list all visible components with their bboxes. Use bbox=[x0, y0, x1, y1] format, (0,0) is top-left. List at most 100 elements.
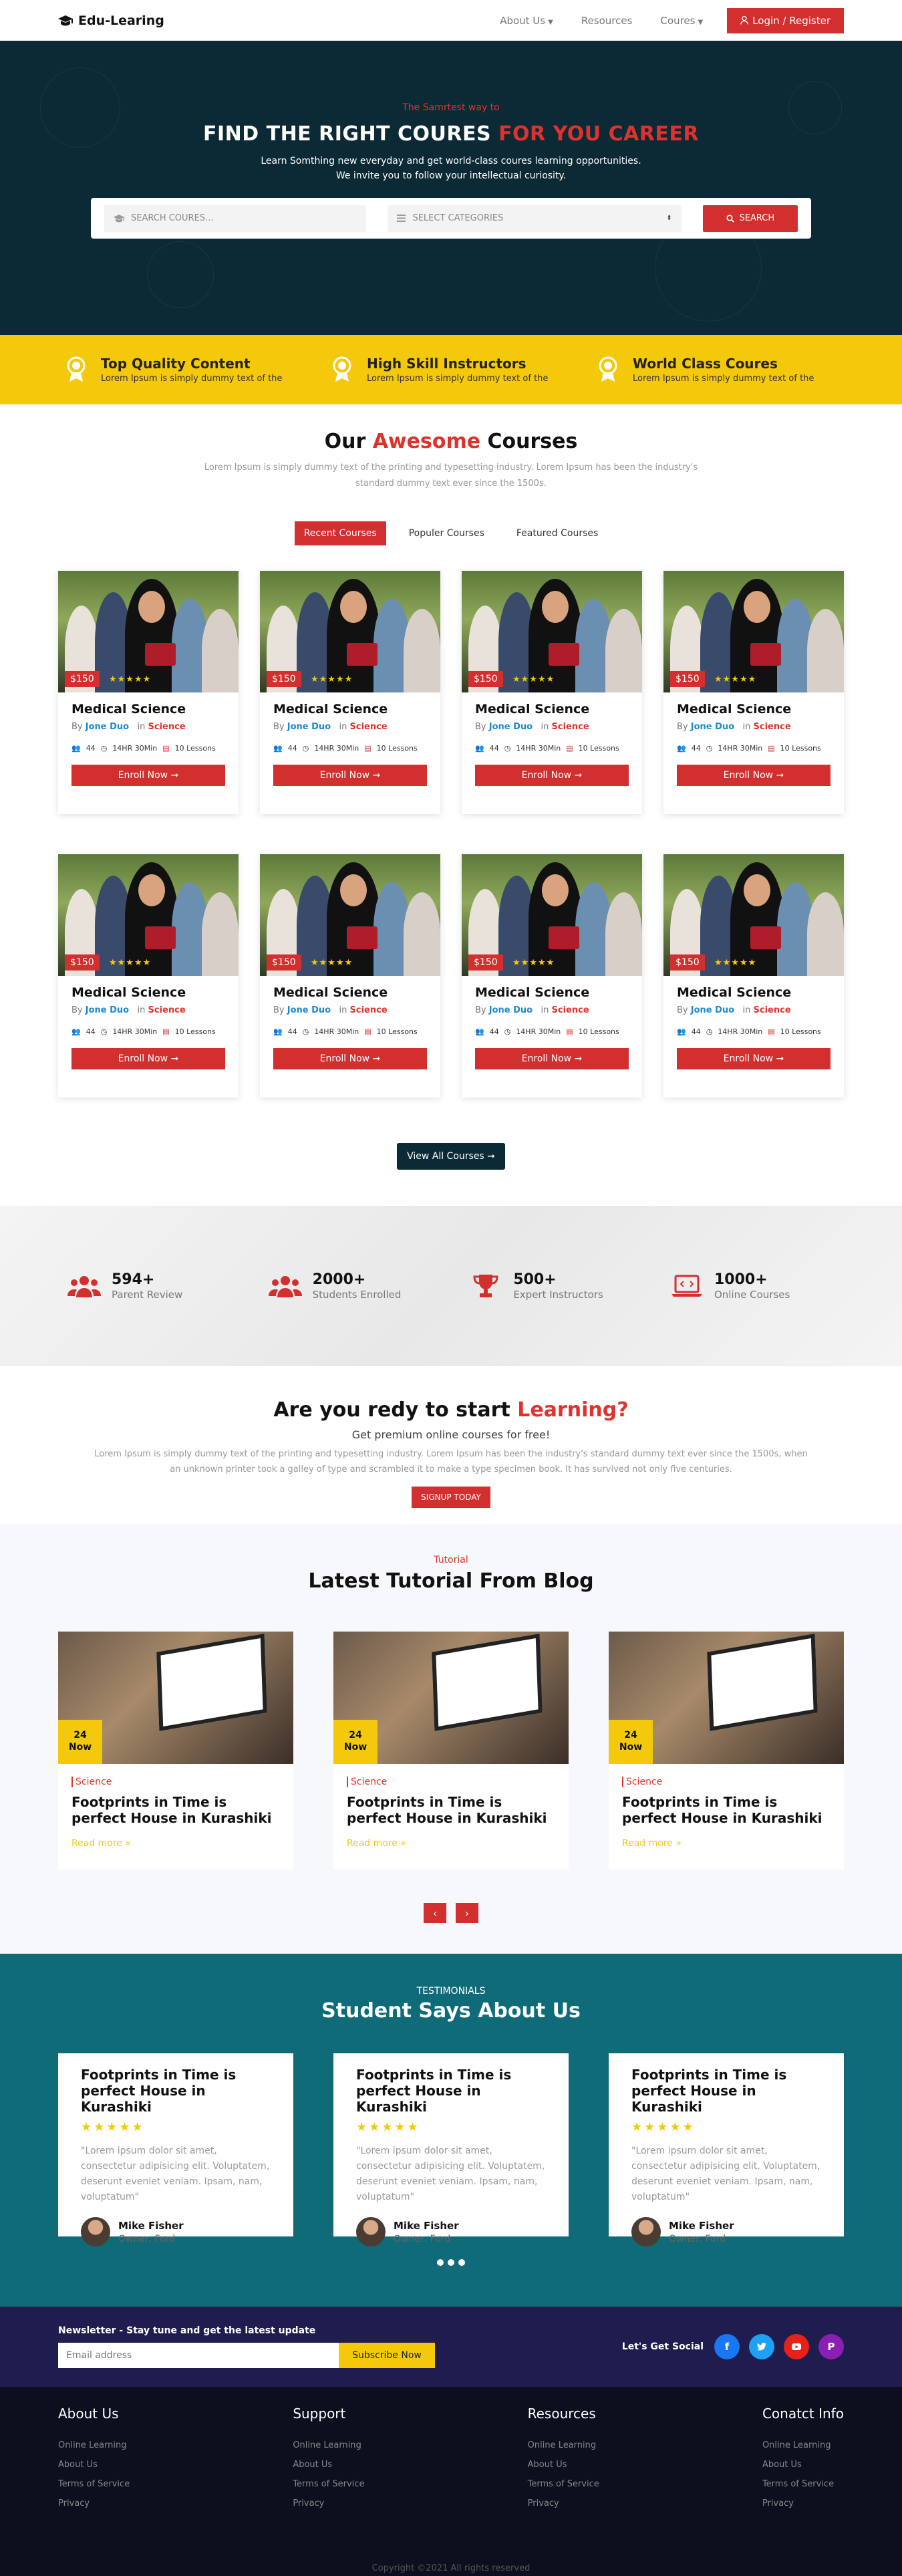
enroll-now-button[interactable]: Enroll Now ➞ bbox=[273, 1048, 427, 1069]
course-category[interactable]: Science bbox=[552, 722, 589, 732]
course-author[interactable]: Jone Duo bbox=[287, 722, 331, 732]
enroll-now-button[interactable]: Enroll Now ➞ bbox=[71, 1048, 225, 1069]
post-category[interactable]: Science bbox=[71, 1777, 112, 1787]
course-title[interactable]: Medical Science bbox=[475, 702, 629, 717]
in-label: in bbox=[541, 1005, 549, 1015]
course-card[interactable]: $150 ★★★★★ Medical Science By Jone Duo i… bbox=[260, 854, 440, 1098]
tab-featured-courses[interactable]: Featured Courses bbox=[507, 521, 607, 545]
course-card[interactable]: $150 ★★★★★ Medical Science By Jone Duo i… bbox=[462, 854, 642, 1098]
prev-arrow-button[interactable]: ‹ bbox=[424, 1903, 446, 1923]
enroll-now-button[interactable]: Enroll Now ➞ bbox=[273, 765, 427, 786]
tab-recent-courses[interactable]: Recent Courses bbox=[294, 521, 386, 545]
view-all-courses-button[interactable]: View All Courses ➞ bbox=[397, 1143, 505, 1170]
footer-link[interactable]: About Us bbox=[528, 2460, 599, 2470]
enroll-now-button[interactable]: Enroll Now ➞ bbox=[475, 1048, 629, 1069]
youtube-icon[interactable] bbox=[784, 2334, 809, 2359]
footer-link[interactable]: Terms of Service bbox=[528, 2479, 599, 2489]
search-button[interactable]: SEARCH bbox=[702, 205, 798, 232]
course-card[interactable]: $150 ★★★★★ Medical Science By Jone Duo i… bbox=[58, 571, 239, 814]
enroll-now-button[interactable]: Enroll Now ➞ bbox=[71, 765, 225, 786]
pinterest-icon[interactable]: P bbox=[818, 2334, 844, 2359]
footer-link[interactable]: Terms of Service bbox=[293, 2479, 364, 2489]
read-more-link[interactable]: Read more » bbox=[622, 1838, 831, 1849]
footer-link[interactable]: About Us bbox=[58, 2460, 130, 2470]
subscribe-button[interactable]: Subscribe Now bbox=[339, 2343, 435, 2368]
footer-link[interactable]: Privacy bbox=[528, 2498, 599, 2508]
footer-link[interactable]: About Us bbox=[762, 2460, 844, 2470]
category-select[interactable]: SELECT CATEGORIES ⬍ bbox=[388, 205, 682, 232]
course-card[interactable]: $150 ★★★★★ Medical Science By Jone Duo i… bbox=[663, 571, 844, 814]
course-category[interactable]: Science bbox=[350, 1005, 388, 1015]
post-category[interactable]: Science bbox=[347, 1777, 388, 1787]
footer-link[interactable]: Online Learning bbox=[293, 2440, 364, 2450]
course-author[interactable]: Jone Duo bbox=[489, 722, 533, 732]
brand-logo[interactable]: Edu-Learing bbox=[58, 13, 500, 28]
enroll-now-button[interactable]: Enroll Now ➞ bbox=[677, 765, 831, 786]
post-title[interactable]: Footprints in Time is perfect House in K… bbox=[622, 1794, 831, 1826]
course-card[interactable]: $150 ★★★★★ Medical Science By Jone Duo i… bbox=[462, 571, 642, 814]
footer-link[interactable]: Online Learning bbox=[58, 2440, 130, 2450]
course-card[interactable]: $150 ★★★★★ Medical Science By Jone Duo i… bbox=[260, 571, 440, 814]
footer-link[interactable]: Privacy bbox=[762, 2498, 844, 2508]
enroll-now-button[interactable]: Enroll Now ➞ bbox=[677, 1048, 831, 1069]
course-category[interactable]: Science bbox=[552, 1005, 589, 1015]
course-title[interactable]: Medical Science bbox=[677, 985, 831, 1000]
course-author[interactable]: Jone Duo bbox=[691, 722, 734, 732]
course-card[interactable]: $150 ★★★★★ Medical Science By Jone Duo i… bbox=[663, 854, 844, 1098]
nav-resources[interactable]: Resources bbox=[581, 15, 633, 27]
course-duration: 14HR 30Min bbox=[112, 744, 158, 753]
course-thumbnail: $150 ★★★★★ bbox=[260, 854, 440, 976]
nav-coures[interactable]: Coures ▼ bbox=[660, 15, 703, 27]
tab-populer-courses[interactable]: Populer Courses bbox=[400, 521, 494, 545]
read-more-link[interactable]: Read more » bbox=[71, 1838, 280, 1849]
course-author[interactable]: Jone Duo bbox=[287, 1005, 331, 1015]
next-arrow-button[interactable]: › bbox=[456, 1903, 478, 1923]
course-author[interactable]: Jone Duo bbox=[489, 1005, 533, 1015]
carousel-dot[interactable] bbox=[437, 2259, 444, 2266]
login-register-button[interactable]: Login / Register bbox=[727, 7, 844, 33]
course-category[interactable]: Science bbox=[148, 722, 186, 732]
course-author[interactable]: Jone Duo bbox=[86, 722, 129, 732]
course-author[interactable]: Jone Duo bbox=[691, 1005, 734, 1015]
read-more-link[interactable]: Read more » bbox=[347, 1838, 555, 1849]
carousel-dot[interactable] bbox=[458, 2259, 465, 2266]
cta-text-1: Lorem Ipsum is simply dummy text of the … bbox=[94, 1449, 808, 1459]
footer-link[interactable]: Privacy bbox=[293, 2498, 364, 2508]
search-courses-input[interactable]: SEARCH COURES... bbox=[104, 205, 367, 232]
footer-link[interactable]: Privacy bbox=[58, 2498, 130, 2508]
course-author[interactable]: Jone Duo bbox=[86, 1005, 129, 1015]
copyright-text: Copyright ©2021 All rights reserved bbox=[371, 2563, 531, 2573]
facebook-icon[interactable]: f bbox=[714, 2334, 740, 2359]
signup-today-button[interactable]: SIGNUP TODAY bbox=[412, 1487, 490, 1508]
footer-link[interactable]: About Us bbox=[293, 2460, 364, 2470]
blog-card[interactable]: 24 Now Science Footprints in Time is perf… bbox=[609, 1632, 844, 1870]
course-title[interactable]: Medical Science bbox=[273, 985, 427, 1000]
course-stats: 👥 44 ◷ 14HR 30Min ▤ 10 Lessons bbox=[677, 1027, 831, 1036]
course-title[interactable]: Medical Science bbox=[273, 702, 427, 717]
users-icon: 👥 bbox=[71, 744, 81, 753]
blog-card[interactable]: 24 Now Science Footprints in Time is perf… bbox=[333, 1632, 569, 1870]
blog-card[interactable]: 24 Now Science Footprints in Time is perf… bbox=[58, 1632, 293, 1870]
course-duration: 14HR 30Min bbox=[314, 744, 359, 753]
course-card[interactable]: $150 ★★★★★ Medical Science By Jone Duo i… bbox=[58, 854, 239, 1098]
course-category[interactable]: Science bbox=[754, 722, 791, 732]
footer-link[interactable]: Terms of Service bbox=[762, 2479, 844, 2489]
course-title[interactable]: Medical Science bbox=[475, 985, 629, 1000]
course-title[interactable]: Medical Science bbox=[71, 702, 225, 717]
course-title[interactable]: Medical Science bbox=[71, 985, 225, 1000]
course-category[interactable]: Science bbox=[148, 1005, 186, 1015]
carousel-dot[interactable] bbox=[448, 2259, 454, 2266]
post-category[interactable]: Science bbox=[622, 1777, 663, 1787]
enroll-now-button[interactable]: Enroll Now ➞ bbox=[475, 765, 629, 786]
footer-link[interactable]: Terms of Service bbox=[58, 2479, 130, 2489]
post-title[interactable]: Footprints in Time is perfect House in K… bbox=[347, 1794, 555, 1826]
course-title[interactable]: Medical Science bbox=[677, 702, 831, 717]
footer-link[interactable]: Online Learning bbox=[528, 2440, 599, 2450]
nav-about-us[interactable]: About Us ▼ bbox=[500, 15, 553, 27]
course-category[interactable]: Science bbox=[754, 1005, 791, 1015]
footer-link[interactable]: Online Learning bbox=[762, 2440, 844, 2450]
email-field[interactable] bbox=[58, 2343, 339, 2368]
twitter-icon[interactable] bbox=[749, 2334, 774, 2359]
course-category[interactable]: Science bbox=[350, 722, 388, 732]
post-title[interactable]: Footprints in Time is perfect House in K… bbox=[71, 1794, 280, 1826]
